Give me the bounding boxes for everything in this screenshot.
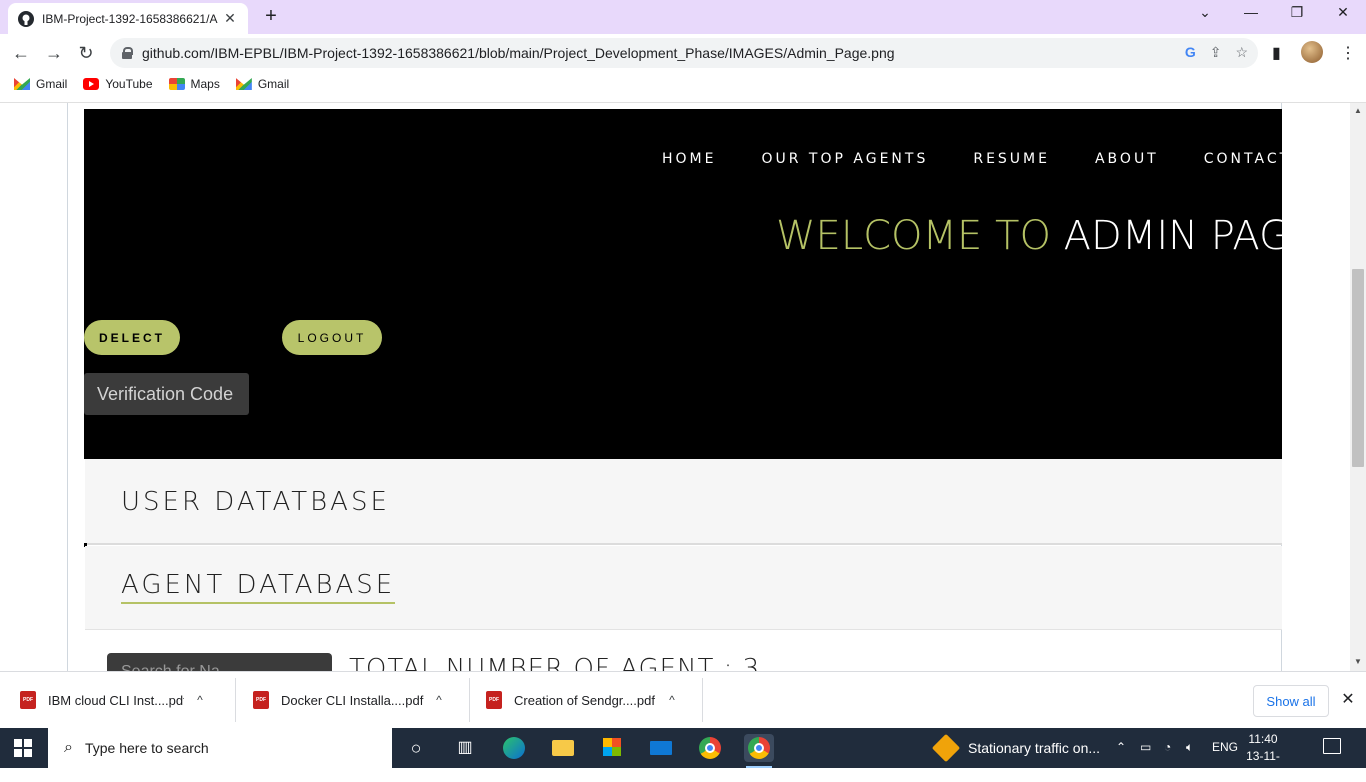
notification-icon[interactable] [1323,738,1341,754]
cortana-icon[interactable]: ○ [401,734,431,762]
user-database-section[interactable]: USER DATATBASE [85,459,1282,545]
url-text: github.com/IBM-EPBL/IBM-Project-1392-165… [142,45,895,61]
download-item[interactable]: PDF IBM cloud CLI Inst....pdf ^ [20,678,236,722]
bookmark-gmail-2[interactable]: Gmail [235,77,289,91]
traffic-warning-icon [931,733,961,763]
chevron-up-icon[interactable]: ^ [660,693,684,707]
pdf-icon: PDF [486,691,502,709]
site-nav: HOME OUR TOP AGENTS RESUME ABOUT CONTACT [662,151,1282,167]
window-close-icon[interactable]: ✕ [1328,4,1358,21]
clock-time: 11:40 [1248,732,1278,746]
profile-avatar[interactable] [1301,41,1323,63]
detect-button[interactable]: DELECT [84,320,180,355]
volume-icon[interactable]: 🔈︎ [1186,740,1193,755]
download-filename: IBM cloud CLI Inst....pdf [48,692,184,708]
nav-home[interactable]: HOME [662,151,716,167]
lock-icon [122,47,133,59]
store-icon[interactable] [597,734,627,762]
windows-start-icon[interactable] [14,739,32,757]
page-scrollbar[interactable]: ▲ ▼ [1350,103,1366,671]
scroll-down-icon[interactable]: ▼ [1353,657,1363,666]
download-filename: Docker CLI Installa....pdf [281,692,424,708]
gmail-icon [235,78,252,90]
bookmark-gmail[interactable]: Gmail [14,77,67,91]
new-tab-button[interactable]: + [260,6,282,26]
admin-hero: HOME OUR TOP AGENTS RESUME ABOUT CONTACT… [84,109,1282,459]
agent-database-title[interactable]: AGENT DATABASE [121,570,396,604]
restore-icon[interactable]: ❐ [1282,4,1312,21]
news-widget[interactable]: Stationary traffic on... [931,728,1101,768]
chrome-icon[interactable] [695,734,725,762]
page-viewport: HOME OUR TOP AGENTS RESUME ABOUT CONTACT… [0,103,1350,671]
bookmarks-bar: Gmail YouTube Maps Gmail [0,72,1366,96]
bookmark-star-icon[interactable]: ☆ [1235,44,1248,61]
tab-strip: IBM-Project-1392-1658386621/A ✕ + ⌄ — ❐ … [0,0,1366,34]
github-icon [18,10,34,27]
nav-about[interactable]: ABOUT [1095,151,1159,167]
close-downloads-icon[interactable]: ✕ [1339,689,1357,709]
language-indicator[interactable]: ENG [1212,740,1238,754]
side-panel-icon[interactable]: ▮ [1272,43,1281,63]
gmail-icon [14,78,30,90]
back-icon[interactable]: ← [10,42,32,64]
tab-search-chevron-icon[interactable]: ⌄ [1190,4,1220,21]
chrome-active-icon[interactable] [744,734,774,768]
nav-top-agents[interactable]: OUR TOP AGENTS [761,151,928,167]
show-all-downloads-button[interactable]: Show all [1253,685,1329,717]
address-bar[interactable]: github.com/IBM-EPBL/IBM-Project-1392-165… [110,38,1258,68]
browser-toolbar: ← → ↻ github.com/IBM-EPBL/IBM-Project-13… [0,34,1366,72]
frame-border-left [67,103,68,671]
total-agents-count: TOTAL NUMBER OF AGENT : 3 [349,654,761,671]
scroll-thumb[interactable] [1352,269,1364,467]
share-icon[interactable]: ⇪ [1210,44,1222,61]
wifi-icon[interactable]: ◔ [1164,740,1171,754]
reload-icon[interactable]: ↻ [75,42,97,64]
meet-now-icon[interactable]: ▭ [1140,740,1151,754]
clock-date: 13-11-2022 [1246,749,1280,780]
bookmark-maps[interactable]: Maps [168,77,220,91]
task-view-icon[interactable]: ▥ [450,734,480,762]
downloads-bar: PDF IBM cloud CLI Inst....pdf ^ PDF Dock… [0,671,1366,728]
forward-icon[interactable]: → [43,42,65,64]
chevron-up-icon[interactable]: ^ [188,693,212,707]
download-item[interactable]: PDF Creation of Sendgr....pdf ^ [486,678,703,722]
minimize-icon[interactable]: — [1236,4,1266,20]
news-text: Stationary traffic on... [968,740,1101,756]
verification-code-input[interactable]: Verification Code [84,373,249,415]
scroll-up-icon[interactable]: ▲ [1353,106,1363,115]
google-translate-icon[interactable]: G [1185,44,1196,61]
agent-database-section[interactable]: AGENT DATABASE [85,546,1282,630]
nav-resume[interactable]: RESUME [973,151,1050,167]
welcome-main: ADMIN PAGE [1063,213,1282,259]
page-title: WELCOME TO ADMIN PAGE [776,213,1282,259]
chevron-up-icon[interactable]: ^ [427,693,451,707]
tab-title: IBM-Project-1392-1658386621/A [42,11,218,26]
welcome-accent: WELCOME TO [776,213,1051,259]
taskbar-search-placeholder: Type here to search [84,740,209,756]
mail-icon[interactable] [646,734,676,762]
youtube-icon [83,78,100,90]
tray-chevron-icon[interactable]: ⌃ [1116,740,1126,754]
bookmark-youtube[interactable]: YouTube [83,77,153,91]
nav-contact[interactable]: CONTACT [1204,151,1282,167]
pdf-icon: PDF [20,691,36,709]
agent-search-input[interactable]: Search for Na [107,653,332,671]
browser-tab[interactable]: IBM-Project-1392-1658386621/A ✕ [8,3,248,34]
menu-kebab-icon[interactable]: ⋮ [1340,43,1356,63]
user-database-title[interactable]: USER DATATBASE [121,487,390,517]
download-filename: Creation of Sendgr....pdf [514,692,655,708]
tab-close-icon[interactable]: ✕ [222,10,238,27]
taskbar-search-input[interactable]: ⌕ Type here to search [48,728,392,768]
edge-icon[interactable] [499,734,529,762]
pdf-icon: PDF [253,691,269,709]
search-icon: ⌕ [64,739,73,756]
windows-taskbar: ⌕ Type here to search ○ ▥ Stationary tra… [0,728,1366,780]
clock[interactable]: 11:40 13-11-2022 [1240,731,1286,782]
logout-button[interactable]: LOGOUT [282,320,382,355]
maps-icon [168,78,185,90]
download-item[interactable]: PDF Docker CLI Installa....pdf ^ [253,678,470,722]
file-explorer-icon[interactable] [548,734,578,762]
